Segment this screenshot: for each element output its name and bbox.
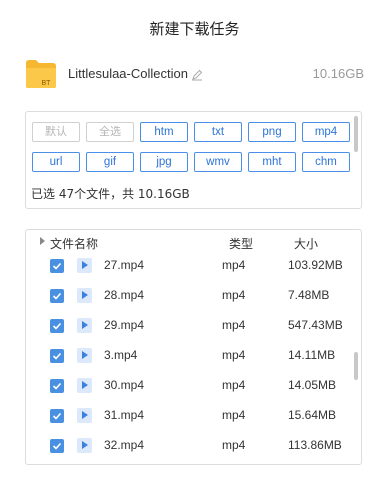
table-row[interactable]: 32.mp4 mp4 113.86MB bbox=[26, 437, 361, 459]
filter-png-button[interactable]: png bbox=[248, 122, 296, 142]
table-row[interactable]: 29.mp4 mp4 547.43MB bbox=[26, 317, 361, 339]
filter-gif-button[interactable]: gif bbox=[86, 152, 134, 172]
row-file-type: mp4 bbox=[222, 318, 246, 332]
row-file-size: 7.48MB bbox=[288, 288, 330, 302]
torrent-name: Littlesulaa-Collection bbox=[68, 66, 188, 81]
row-checkbox[interactable] bbox=[50, 319, 64, 333]
row-file-size: 547.43MB bbox=[288, 318, 343, 332]
filter-select-all-button[interactable]: 全选 bbox=[86, 122, 134, 142]
video-file-icon bbox=[77, 288, 92, 303]
row-file-size: 113.86MB bbox=[288, 438, 342, 452]
row-file-name: 27.mp4 bbox=[104, 258, 145, 272]
row-file-name: 30.mp4 bbox=[104, 378, 145, 392]
row-file-name: 28.mp4 bbox=[104, 288, 145, 302]
file-list-scrollbar[interactable] bbox=[354, 352, 358, 380]
row-file-name: 29.mp4 bbox=[104, 318, 145, 332]
dialog-title: 新建下载任务 bbox=[149, 20, 240, 38]
row-checkbox[interactable] bbox=[50, 289, 64, 303]
filter-url-button[interactable]: url bbox=[32, 152, 80, 172]
expand-arrow-icon[interactable] bbox=[40, 237, 45, 245]
row-file-name: 32.mp4 bbox=[104, 438, 145, 452]
filter-chm-button[interactable]: chm bbox=[302, 152, 350, 172]
table-row[interactable]: 31.mp4 mp4 15.64MB bbox=[26, 407, 361, 429]
row-file-type: mp4 bbox=[222, 288, 246, 302]
video-file-icon bbox=[77, 318, 92, 333]
video-file-icon bbox=[77, 348, 92, 363]
row-checkbox[interactable] bbox=[50, 259, 64, 273]
row-file-type: mp4 bbox=[222, 258, 246, 272]
column-header-name[interactable]: 文件名称 bbox=[50, 235, 98, 252]
bt-badge: BT bbox=[42, 80, 52, 87]
row-checkbox[interactable] bbox=[50, 409, 64, 423]
table-row[interactable]: 28.mp4 mp4 7.48MB bbox=[26, 287, 361, 309]
filter-default-button[interactable]: 默认 bbox=[32, 122, 80, 142]
row-file-type: mp4 bbox=[222, 438, 246, 452]
filter-panel: 默认 全选 htm txt png mp4 url gif jpg wmv mh… bbox=[25, 111, 362, 209]
file-list: 文件名称 类型 大小 27.mp4 mp4 103.92MB 28.mp4 mp… bbox=[25, 229, 362, 465]
video-file-icon bbox=[77, 438, 92, 453]
row-file-type: mp4 bbox=[222, 378, 246, 392]
row-file-size: 14.11MB bbox=[288, 348, 336, 362]
filter-txt-button[interactable]: txt bbox=[194, 122, 242, 142]
folder-bt-icon: BT bbox=[25, 59, 57, 89]
column-header-type[interactable]: 类型 bbox=[229, 235, 253, 252]
filter-htm-button[interactable]: htm bbox=[140, 122, 188, 142]
column-header-size[interactable]: 大小 bbox=[294, 235, 318, 252]
row-file-size: 103.92MB bbox=[288, 258, 343, 272]
row-checkbox[interactable] bbox=[50, 439, 64, 453]
row-file-name: 3.mp4 bbox=[104, 348, 138, 362]
file-list-header: 文件名称 类型 大小 bbox=[26, 230, 361, 254]
filter-wmv-button[interactable]: wmv bbox=[194, 152, 242, 172]
table-row[interactable]: 3.mp4 mp4 14.11MB bbox=[26, 347, 361, 369]
video-file-icon bbox=[77, 378, 92, 393]
torrent-header: BT Littlesulaa-Collection 10.16GB bbox=[25, 57, 364, 93]
row-file-type: mp4 bbox=[222, 408, 246, 422]
video-file-icon bbox=[77, 408, 92, 423]
row-checkbox[interactable] bbox=[50, 379, 64, 393]
row-file-size: 15.64MB bbox=[288, 408, 337, 422]
row-file-name: 31.mp4 bbox=[104, 408, 145, 422]
table-row[interactable]: 30.mp4 mp4 14.05MB bbox=[26, 377, 361, 399]
selected-summary: 已选 47个文件，共 10.16GB bbox=[31, 187, 190, 201]
table-row[interactable]: 27.mp4 mp4 103.92MB bbox=[26, 257, 361, 279]
edit-name-icon[interactable] bbox=[191, 66, 203, 81]
filter-jpg-button[interactable]: jpg bbox=[140, 152, 188, 172]
filter-scrollbar[interactable] bbox=[354, 116, 358, 152]
filter-mp4-button[interactable]: mp4 bbox=[302, 122, 350, 142]
filter-mht-button[interactable]: mht bbox=[248, 152, 296, 172]
row-file-size: 14.05MB bbox=[288, 378, 337, 392]
row-checkbox[interactable] bbox=[50, 349, 64, 363]
torrent-size: 10.16GB bbox=[312, 66, 364, 81]
video-file-icon bbox=[77, 258, 92, 273]
row-file-type: mp4 bbox=[222, 348, 246, 362]
